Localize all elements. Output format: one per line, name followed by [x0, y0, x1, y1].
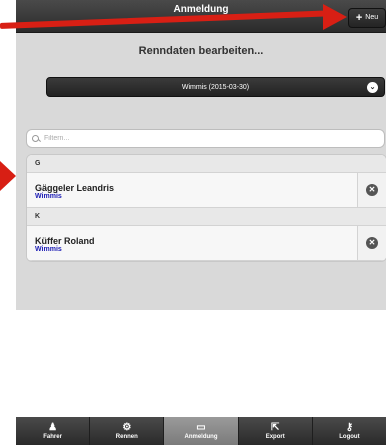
search-icon — [32, 134, 40, 143]
rider-name: Küffer Roland — [35, 236, 95, 246]
filter-field[interactable] — [26, 129, 385, 148]
list-item[interactable]: Gäggeler Leandris Wimmis ✕ — [27, 173, 386, 208]
tab-fahrer[interactable]: ♟ Fahrer — [16, 417, 91, 445]
race-select[interactable]: Wimmis (2015-03-30) ⌄ — [46, 77, 385, 97]
annotation-arrow-head — [0, 161, 16, 191]
rider-club: Wimmis — [35, 193, 62, 200]
gear-icon: ⚙ — [122, 422, 132, 433]
rider-name: Gäggeler Leandris — [35, 183, 115, 193]
app-page: Anmeldung + Neu Renndaten bearbeiten... … — [16, 0, 386, 310]
tab-label: Anmeldung — [184, 434, 218, 440]
list-divider: K — [27, 208, 386, 226]
plus-icon: + — [355, 12, 363, 24]
rider-icon: ♟ — [48, 422, 58, 433]
chevron-down-icon: ⌄ — [367, 82, 378, 93]
tab-label: Logout — [339, 434, 360, 440]
tab-export[interactable]: ⇱ Export — [239, 417, 313, 445]
tab-label: Rennen — [115, 434, 138, 440]
export-icon: ⇱ — [271, 422, 280, 433]
rider-club: Wimmis — [35, 246, 62, 253]
annotation-arrow-head — [323, 4, 347, 30]
race-select-value: Wimmis (2015-03-30) — [181, 84, 250, 91]
tab-logout[interactable]: ⚷ Logout — [313, 417, 386, 445]
list-item[interactable]: Küffer Roland Wimmis ✕ — [27, 226, 386, 261]
inbox-icon: ▭ — [196, 422, 206, 433]
tab-label: Fahrer — [43, 434, 62, 440]
list-divider: G — [27, 155, 386, 173]
tab-label: Export — [265, 434, 285, 440]
key-icon: ⚷ — [345, 422, 354, 433]
delete-button[interactable]: ✕ — [357, 173, 386, 207]
new-button[interactable]: + Neu — [348, 8, 386, 28]
rider-list: G Gäggeler Leandris Wimmis ✕ K Küffer Ro… — [26, 154, 386, 262]
filter-input[interactable] — [44, 135, 364, 142]
close-circle-icon: ✕ — [366, 237, 378, 249]
tab-anmeldung[interactable]: ▭ Anmeldung — [164, 417, 239, 445]
tab-bar: ♟ Fahrer ⚙ Rennen ▭ Anmeldung ⇱ Export ⚷… — [16, 417, 386, 445]
page-title: Renndaten bearbeiten... — [138, 45, 264, 57]
delete-button[interactable]: ✕ — [357, 226, 386, 260]
close-circle-icon: ✕ — [366, 184, 378, 196]
new-button-label: Neu — [365, 14, 379, 21]
tab-rennen[interactable]: ⚙ Rennen — [90, 417, 165, 445]
